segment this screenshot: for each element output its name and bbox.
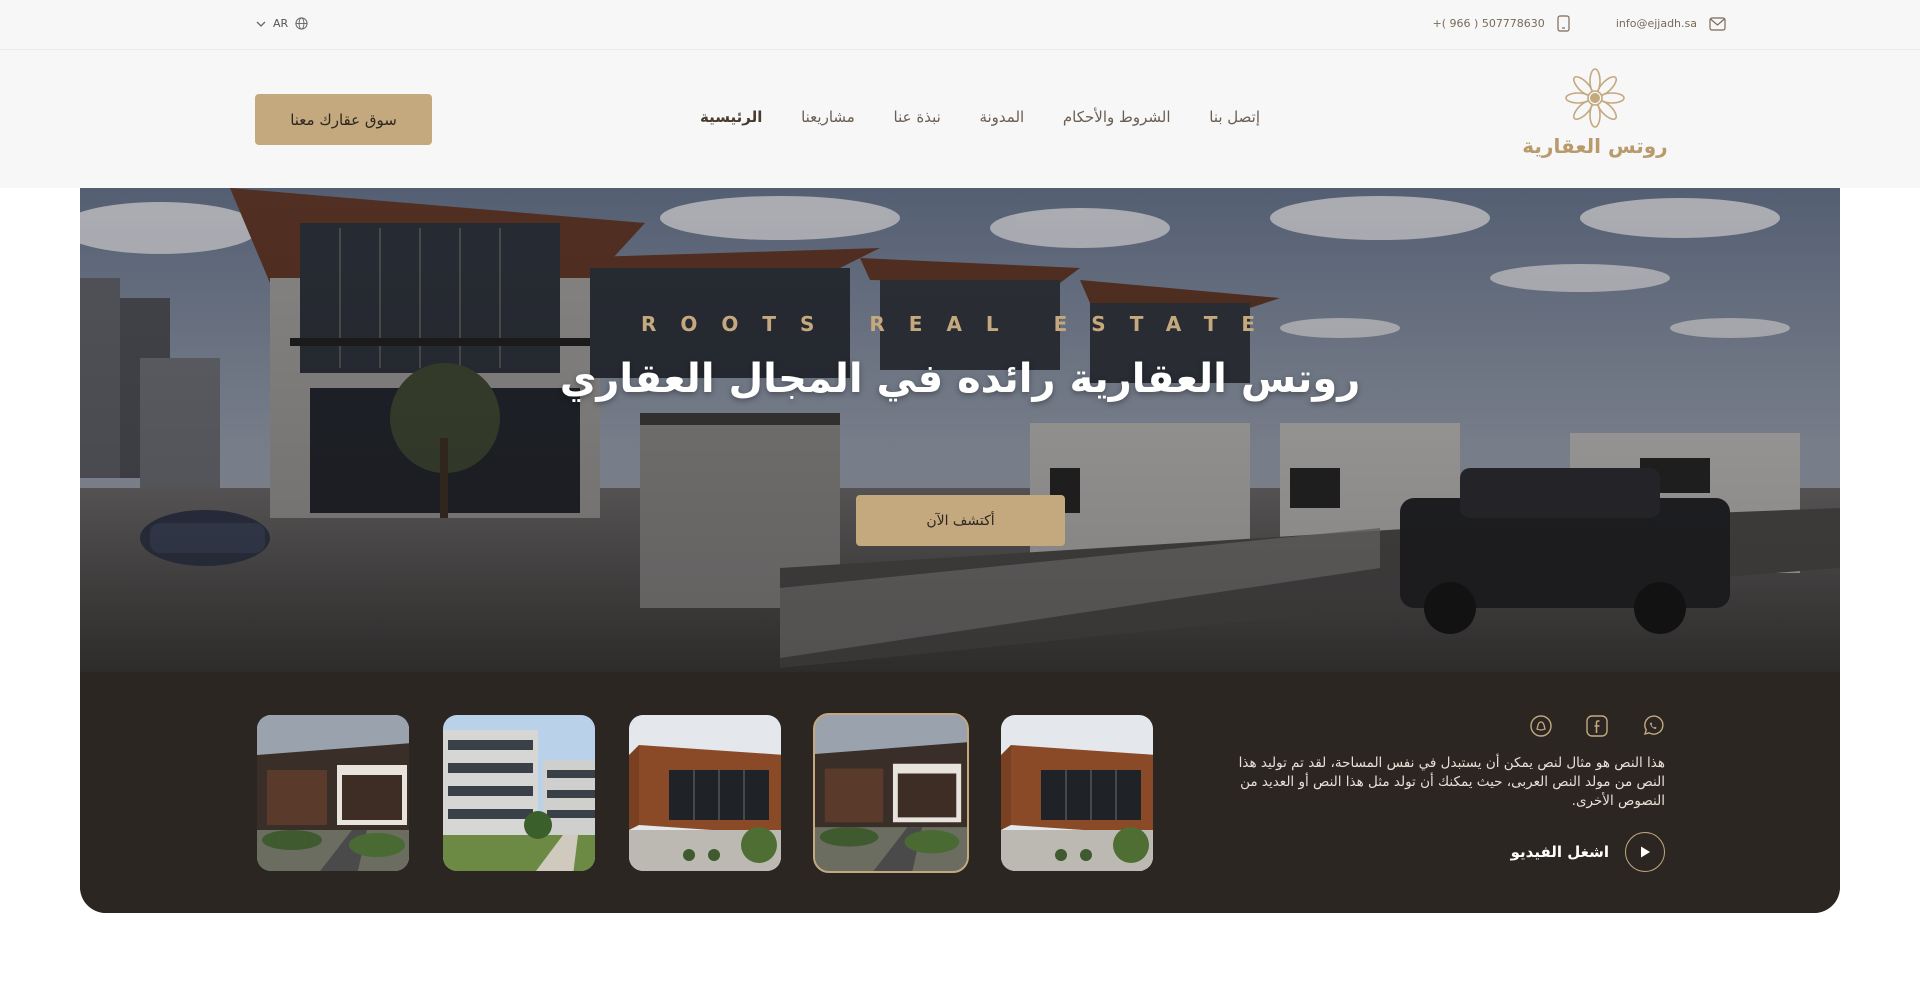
hero-eyebrow: ROOTS REAL ESTATE bbox=[640, 312, 1280, 336]
social-links bbox=[1529, 714, 1665, 738]
whatsapp-icon bbox=[1643, 715, 1664, 736]
language-label: AR bbox=[273, 17, 289, 30]
nav-item-home[interactable]: الرئيسية bbox=[700, 108, 762, 126]
nav-item-terms[interactable]: الشروط والأحكام bbox=[1063, 108, 1171, 126]
snapchat-icon bbox=[1530, 715, 1552, 737]
facebook-icon bbox=[1586, 715, 1608, 737]
main-nav: الرئيسية مشاريعنا نبذة عنا المدونة الشرو… bbox=[700, 108, 1260, 126]
globe-icon bbox=[295, 17, 308, 30]
thumbnail-2[interactable] bbox=[441, 713, 597, 873]
hero-section: ROOTS REAL ESTATE روتس العقارية رائده في… bbox=[80, 188, 1840, 913]
phone-contact[interactable]: +( 966 ) 507778630 bbox=[1433, 15, 1570, 32]
hero-title: روتس العقارية رائده في المجال العقاري bbox=[559, 356, 1361, 402]
nav-item-about[interactable]: نبذة عنا bbox=[894, 108, 941, 126]
contact-info: +( 966 ) 507778630 info@ejjadh.sa bbox=[1433, 15, 1726, 32]
nav-item-blog[interactable]: المدونة bbox=[979, 108, 1024, 126]
play-video-label: اشغل الفيديو bbox=[1510, 843, 1609, 861]
thumbnail-4-active[interactable] bbox=[813, 713, 969, 873]
chevron-down-icon bbox=[256, 21, 266, 27]
phone-text: +( 966 ) 507778630 bbox=[1432, 17, 1545, 30]
thumbnail-5[interactable] bbox=[999, 713, 1155, 873]
thumbnail-3[interactable] bbox=[627, 713, 783, 873]
play-icon bbox=[1641, 846, 1650, 858]
hero-overlay bbox=[80, 188, 1840, 672]
play-circle bbox=[1625, 832, 1665, 872]
nav-item-projects[interactable]: مشاريعنا bbox=[801, 108, 855, 126]
mail-icon bbox=[1709, 16, 1726, 31]
top-bar: AR +( 966 ) 507778630 info@ejjadh.sa bbox=[0, 0, 1920, 50]
language-switcher[interactable]: AR bbox=[256, 17, 308, 30]
whatsapp-link[interactable] bbox=[1641, 714, 1665, 738]
thumbnail-list bbox=[255, 713, 1155, 873]
mobile-phone-icon bbox=[1557, 15, 1570, 32]
market-property-button[interactable]: سوق عقارك معنا bbox=[255, 94, 432, 145]
email-text: info@ejjadh.sa bbox=[1615, 17, 1697, 30]
explore-now-button[interactable]: أكتشف الآن bbox=[856, 495, 1065, 546]
thumbnail-1[interactable] bbox=[255, 713, 411, 873]
nav-item-contact[interactable]: إتصل بنا bbox=[1209, 108, 1260, 126]
site-header: سوق عقارك معنا الرئيسية مشاريعنا نبذة عن… bbox=[0, 50, 1920, 188]
logo-text: روتس العقارية bbox=[1522, 134, 1668, 158]
facebook-link[interactable] bbox=[1585, 714, 1609, 738]
hero-bottom-band: هذا النص هو مثال لنص يمكن أن يستبدل في ن… bbox=[80, 672, 1840, 913]
snapchat-link[interactable] bbox=[1529, 714, 1553, 738]
site-logo[interactable]: روتس العقارية bbox=[1522, 68, 1668, 178]
logo-flower-icon bbox=[1565, 68, 1625, 128]
play-video-button[interactable]: اشغل الفيديو bbox=[1511, 832, 1665, 872]
hero-description: هذا النص هو مثال لنص يمكن أن يستبدل في ن… bbox=[1238, 755, 1665, 809]
email-contact[interactable]: info@ejjadh.sa bbox=[1615, 16, 1726, 31]
